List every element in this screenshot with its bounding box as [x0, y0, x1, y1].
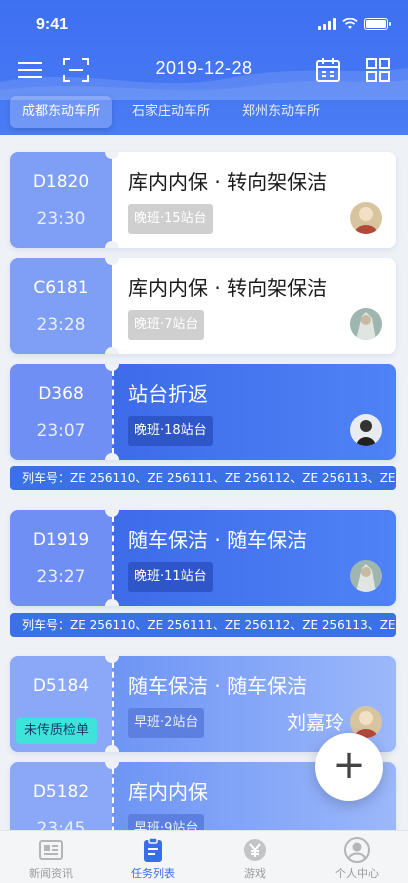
- task-time: 23:27: [36, 567, 86, 587]
- wifi-icon: [342, 18, 358, 29]
- task-list-icon: [144, 837, 162, 862]
- bottom-tab-bar: 新闻资讯 任务列表 游戏 个人中心: [0, 830, 408, 883]
- avatar[interactable]: [350, 560, 382, 592]
- task-card-left: D5184 未传质检单: [10, 656, 112, 752]
- status-time: 9:41: [36, 16, 69, 33]
- shift-tag: 晚班·11站台: [128, 562, 213, 592]
- task-card-right: 站台折返 晚班·18站台: [112, 364, 396, 460]
- task-title: 库内内保 · 转向架保洁: [128, 276, 328, 300]
- card-notch: [105, 745, 119, 752]
- task-card[interactable]: C6181 23:28 库内内保 · 转向架保洁 晚班·7站台: [10, 258, 396, 354]
- status-bar: 9:41: [0, 0, 408, 50]
- assignee-name: 刘嘉玲: [286, 712, 344, 734]
- add-task-button[interactable]: +: [315, 733, 383, 801]
- depot-tab-chengdu-east[interactable]: 成都东动车所: [10, 96, 113, 128]
- tab-task-list[interactable]: 任务列表: [102, 831, 204, 883]
- shift-tag: 晚班·18站台: [128, 416, 213, 446]
- task-card-left: D1919 23:27: [10, 510, 112, 606]
- avatar[interactable]: [350, 308, 382, 340]
- grid-view-icon[interactable]: [364, 56, 392, 84]
- card-divider: [112, 370, 114, 454]
- shift-tag: 晚班·7站台: [128, 310, 205, 340]
- tab-profile-label: 个人中心: [335, 867, 379, 880]
- task-time: 23:07: [36, 421, 86, 441]
- task-time: 23:28: [36, 315, 86, 335]
- card-notch: [105, 347, 119, 354]
- date-title[interactable]: 2019-12-28: [0, 58, 408, 79]
- train-number: D368: [38, 384, 84, 404]
- header: 9:41 2019-12-28 成都东动车所 石家庄动车所 郑州东动车所: [0, 0, 408, 135]
- avatar[interactable]: [350, 414, 382, 446]
- task-card-right: 随车保洁 · 随车保洁 晚班·11站台: [112, 510, 396, 606]
- tab-task-list-label: 任务列表: [131, 867, 175, 880]
- train-number: C6181: [33, 278, 89, 298]
- task-card[interactable]: D368 23:07 站台折返 晚班·18站台: [10, 364, 396, 460]
- train-number: D1919: [32, 530, 90, 550]
- train-number-strip: 列车号：ZE 256110、ZE 256111、ZE 256112、ZE 256…: [10, 466, 396, 490]
- task-card-left: C6181 23:28: [10, 258, 112, 354]
- card-notch: [105, 599, 119, 606]
- card-divider: [112, 662, 114, 746]
- depot-tab-shijiazhuang[interactable]: 石家庄动车所: [120, 96, 222, 128]
- shift-tag: 早班·2站台: [128, 708, 205, 738]
- news-icon: [39, 840, 63, 860]
- train-number-strip: 列车号：ZE 256110、ZE 256111、ZE 256112、ZE 256…: [10, 613, 396, 637]
- depot-tabs: 成都东动车所 石家庄动车所 郑州东动车所: [10, 96, 398, 130]
- depot-tab-zhengzhou-east[interactable]: 郑州东动车所: [230, 96, 332, 128]
- card-divider: [112, 264, 114, 348]
- train-number: D5184: [32, 676, 90, 696]
- tab-profile[interactable]: 个人中心: [306, 831, 408, 883]
- task-title: 库内内保: [128, 780, 208, 804]
- task-card[interactable]: D1919 23:27 随车保洁 · 随车保洁 晚班·11站台: [10, 510, 396, 606]
- nav-row: 2019-12-28: [0, 52, 408, 88]
- avatar[interactable]: [350, 202, 382, 234]
- card-notch: [105, 453, 119, 460]
- task-card[interactable]: D1820 23:30 库内内保 · 转向架保洁 晚班·15站台: [10, 152, 396, 248]
- shift-tag: 晚班·15站台: [128, 204, 213, 234]
- tab-games[interactable]: 游戏: [204, 831, 306, 883]
- train-number: D1820: [32, 172, 90, 192]
- card-divider: [112, 158, 114, 242]
- task-card-right: 库内内保 · 转向架保洁 晚班·7站台: [112, 258, 396, 354]
- task-title: 站台折返: [128, 382, 208, 406]
- system-icons: [318, 18, 391, 30]
- task-title: 库内内保 · 转向架保洁: [128, 170, 328, 194]
- task-card-left: D1820 23:30: [10, 152, 112, 248]
- tab-games-label: 游戏: [244, 867, 266, 880]
- signal-icon: [318, 18, 336, 30]
- tab-news[interactable]: 新闻资讯: [0, 831, 102, 883]
- task-card-left: D368 23:07: [10, 364, 112, 460]
- battery-icon: [364, 18, 391, 30]
- quality-report-badge[interactable]: 未传质检单: [16, 718, 98, 744]
- train-number: D5182: [32, 782, 90, 802]
- task-time: 23:30: [36, 209, 86, 229]
- task-title: 随车保洁 · 随车保洁: [128, 674, 308, 698]
- calendar-icon[interactable]: [314, 56, 342, 84]
- card-notch: [105, 241, 119, 248]
- yen-icon: [244, 839, 266, 861]
- task-card-right: 库内内保 · 转向架保洁 晚班·15站台: [112, 152, 396, 248]
- plus-icon: +: [332, 742, 366, 788]
- card-divider: [112, 516, 114, 600]
- profile-icon: [344, 837, 370, 863]
- task-title: 随车保洁 · 随车保洁: [128, 528, 308, 552]
- tab-news-label: 新闻资讯: [29, 867, 73, 880]
